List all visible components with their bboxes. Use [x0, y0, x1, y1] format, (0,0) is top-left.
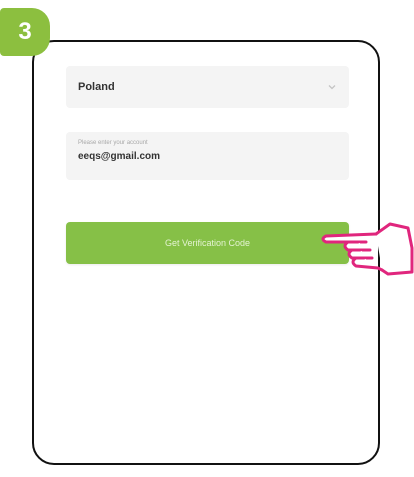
account-field[interactable]: Please enter your account eeqs@gmail.com — [66, 132, 349, 180]
step-badge: 3 — [0, 8, 50, 56]
chevron-down-icon — [328, 85, 336, 90]
country-value: Poland — [78, 81, 115, 93]
country-select[interactable]: Poland — [66, 66, 349, 108]
account-field-value: eeqs@gmail.com — [78, 151, 161, 162]
account-field-label: Please enter your account — [78, 140, 148, 146]
pointing-hand-icon — [321, 222, 414, 276]
get-verification-code-button[interactable]: Get Verification Code — [66, 222, 349, 264]
step-number: 3 — [18, 18, 32, 45]
